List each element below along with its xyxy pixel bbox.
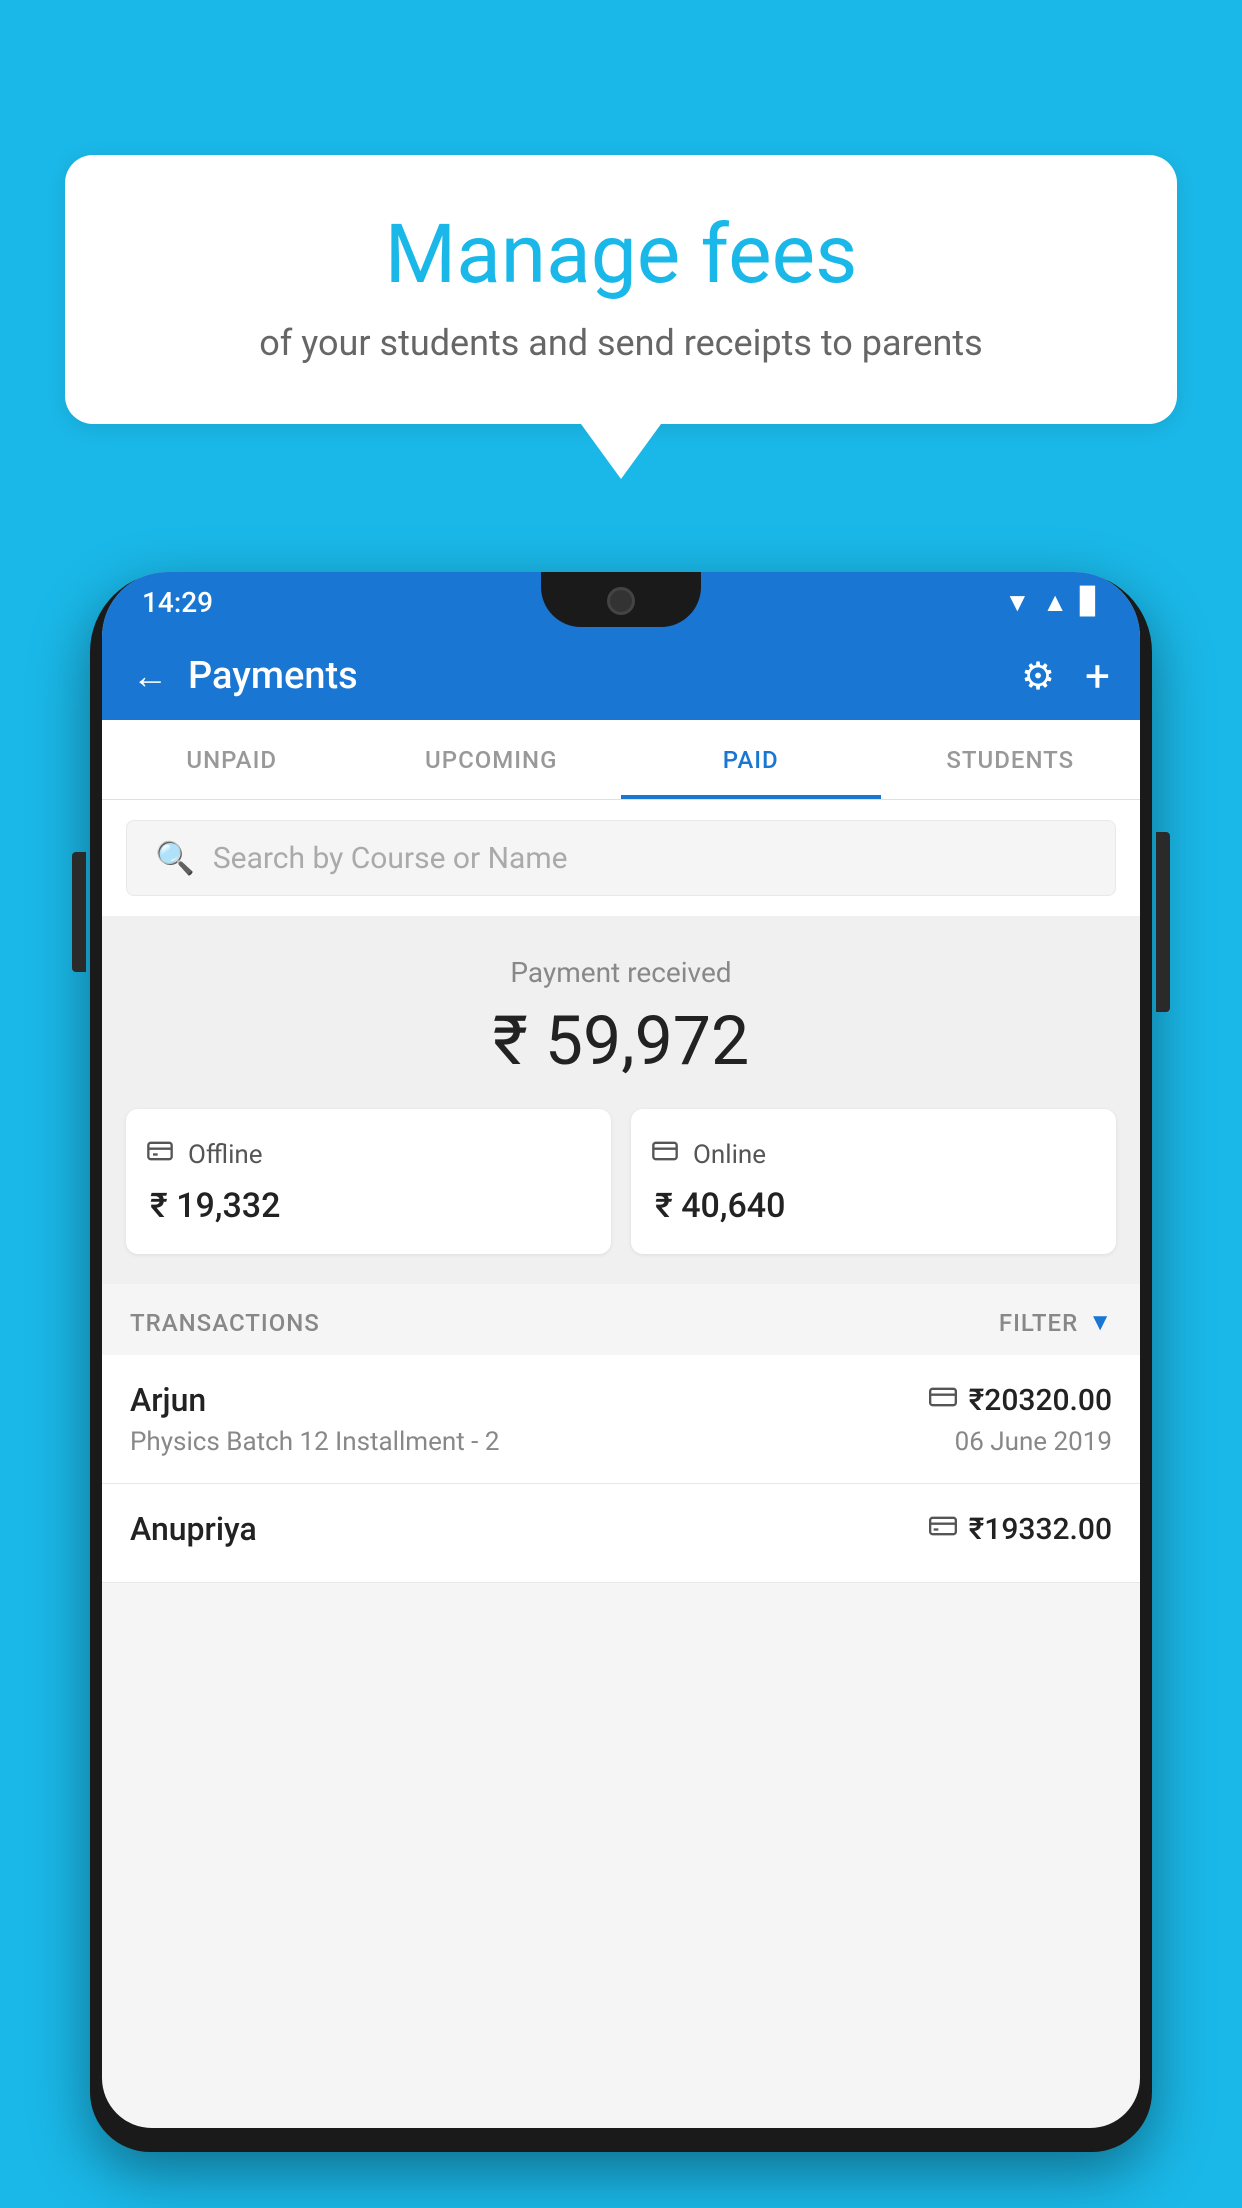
transactions-header: TRANSACTIONS FILTER ▼ xyxy=(102,1284,1140,1355)
transaction-amount: ₹20320.00 xyxy=(969,1383,1112,1418)
offline-amount: ₹ 19,332 xyxy=(146,1186,591,1226)
back-button[interactable]: ← xyxy=(132,655,168,697)
search-container: 🔍 Search by Course or Name xyxy=(102,800,1140,916)
header-right: ⚙ + xyxy=(1021,650,1110,702)
transaction-amount-container: ₹19332.00 xyxy=(929,1512,1112,1547)
transaction-date: 06 June 2019 xyxy=(955,1427,1112,1457)
phone-container: 14:29 ▼ ▲ ▊ ← Payments ⚙ + xyxy=(90,560,1152,2208)
tab-students[interactable]: STUDENTS xyxy=(881,720,1141,799)
payment-cards: Offline ₹ 19,332 Online xyxy=(126,1109,1116,1254)
search-bar[interactable]: 🔍 Search by Course or Name xyxy=(126,820,1116,896)
offline-icon xyxy=(146,1137,174,1172)
tab-paid[interactable]: PAID xyxy=(621,720,881,799)
search-placeholder: Search by Course or Name xyxy=(213,841,568,876)
phone-screen: 14:29 ▼ ▲ ▊ ← Payments ⚙ + xyxy=(102,572,1140,2128)
tab-upcoming[interactable]: UPCOMING xyxy=(362,720,622,799)
tabs-container: UNPAID UPCOMING PAID STUDENTS xyxy=(102,720,1140,800)
payment-received-label: Payment received xyxy=(126,956,1116,989)
header-title: Payments xyxy=(188,654,358,698)
header-left: ← Payments xyxy=(132,654,358,698)
settings-button[interactable]: ⚙ xyxy=(1021,654,1055,699)
transaction-bottom: Physics Batch 12 Installment - 2 06 June… xyxy=(130,1427,1112,1457)
online-icon xyxy=(651,1137,679,1172)
add-button[interactable]: + xyxy=(1085,650,1110,702)
filter-icon: ▼ xyxy=(1088,1308,1112,1337)
payment-summary: Payment received ₹ 59,972 xyxy=(102,916,1140,1284)
search-icon: 🔍 xyxy=(155,839,195,877)
offline-card-header: Offline xyxy=(146,1137,591,1172)
signal-icon: ▲ xyxy=(1042,587,1068,618)
transaction-amount: ₹19332.00 xyxy=(969,1512,1112,1547)
transaction-name: Anupriya xyxy=(130,1510,257,1548)
online-payment-card: Online ₹ 40,640 xyxy=(631,1109,1116,1254)
transaction-name: Arjun xyxy=(130,1381,206,1419)
online-card-header: Online xyxy=(651,1137,1096,1172)
transaction-row[interactable]: Anupriya ₹19332.00 xyxy=(102,1484,1140,1583)
status-icons: ▼ ▲ ▊ xyxy=(1005,587,1100,618)
payment-total-amount: ₹ 59,972 xyxy=(126,1001,1116,1081)
online-label: Online xyxy=(693,1140,766,1170)
transaction-type-icon xyxy=(929,1514,957,1544)
transaction-top: Anupriya ₹19332.00 xyxy=(130,1510,1112,1548)
tab-unpaid[interactable]: UNPAID xyxy=(102,720,362,799)
speech-bubble-title: Manage fees xyxy=(125,210,1117,300)
phone-frame: 14:29 ▼ ▲ ▊ ← Payments ⚙ + xyxy=(90,572,1152,2152)
status-bar: 14:29 ▼ ▲ ▊ xyxy=(102,572,1140,632)
online-amount: ₹ 40,640 xyxy=(651,1186,1096,1226)
wifi-icon: ▼ xyxy=(1005,587,1031,618)
transaction-row[interactable]: Arjun ₹20320.00 Physics Batch 12 Install… xyxy=(102,1355,1140,1484)
battery-icon: ▊ xyxy=(1080,587,1100,617)
notch-camera xyxy=(607,587,635,615)
speech-bubble-subtitle: of your students and send receipts to pa… xyxy=(125,322,1117,364)
speech-bubble-arrow xyxy=(581,424,661,479)
transactions-label: TRANSACTIONS xyxy=(130,1309,320,1337)
offline-payment-card: Offline ₹ 19,332 xyxy=(126,1109,611,1254)
filter-label: FILTER xyxy=(999,1309,1078,1337)
offline-label: Offline xyxy=(188,1140,263,1170)
notch xyxy=(541,572,701,627)
speech-bubble: Manage fees of your students and send re… xyxy=(65,155,1177,424)
transaction-type-icon xyxy=(929,1385,957,1415)
transaction-top: Arjun ₹20320.00 xyxy=(130,1381,1112,1419)
transaction-description: Physics Batch 12 Installment - 2 xyxy=(130,1427,499,1457)
filter-button[interactable]: FILTER ▼ xyxy=(999,1308,1112,1337)
transaction-amount-container: ₹20320.00 xyxy=(929,1383,1112,1418)
status-bar-time: 14:29 xyxy=(142,586,213,619)
speech-bubble-container: Manage fees of your students and send re… xyxy=(65,155,1177,479)
app-header: ← Payments ⚙ + xyxy=(102,632,1140,720)
